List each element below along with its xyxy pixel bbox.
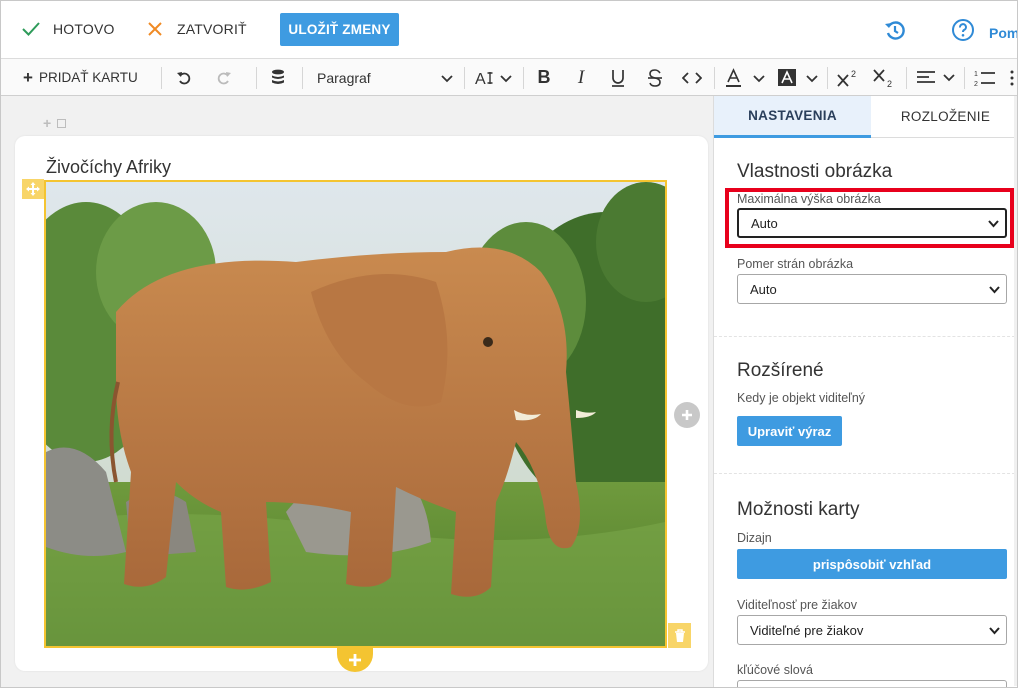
highlight-color-button[interactable] — [776, 59, 822, 96]
svg-text:2: 2 — [887, 79, 892, 88]
italic-icon[interactable]: I — [570, 59, 592, 96]
text-color-button[interactable] — [723, 59, 769, 96]
chevron-down-icon — [441, 70, 453, 86]
design-label: Dizajn — [737, 531, 772, 545]
chevron-down-icon — [989, 623, 1000, 638]
chevron-down-icon — [988, 216, 999, 231]
max-height-label: Maximálna výška obrázka — [737, 192, 881, 206]
add-card-label: PRIDAŤ KARTU — [38, 70, 138, 85]
close-icon — [145, 19, 165, 39]
editor-canvas: + Živočíchy Afriky — [1, 96, 713, 687]
top-action-bar: HOTOVO ZATVORIŤ ULOŽIŤ ZMENY Pom — [1, 1, 1018, 58]
redo-icon[interactable] — [213, 59, 235, 96]
add-card-button[interactable]: + PRIDAŤ KARTU — [23, 59, 138, 96]
tab-settings[interactable]: NASTAVENIA — [714, 96, 871, 138]
close-button[interactable]: ZATVORIŤ — [145, 19, 247, 39]
done-button[interactable]: HOTOVO — [21, 19, 115, 39]
visibility-condition-label: Kedy je objekt viditeľný — [737, 391, 866, 405]
svg-text:1: 1 — [974, 71, 978, 78]
tab-layout[interactable]: ROZLOŽENIE — [871, 96, 1017, 138]
subscript-icon[interactable]: 2 — [871, 59, 897, 96]
student-visibility-label: Viditeľnosť pre žiakov — [737, 598, 857, 612]
panel-scrollbar[interactable] — [1014, 96, 1017, 686]
toolbar-divider — [964, 67, 965, 89]
move-icon[interactable] — [22, 179, 44, 199]
underline-icon[interactable] — [607, 59, 629, 96]
aspect-ratio-label: Pomer strán obrázka — [737, 257, 854, 271]
section-divider — [714, 473, 1017, 474]
edit-expression-button[interactable]: Upraviť výraz — [737, 416, 842, 446]
card-title[interactable]: Živočíchy Afriky — [46, 157, 171, 178]
toolbar-divider — [523, 67, 524, 89]
toolbar-divider — [827, 67, 828, 89]
svg-text:2: 2 — [851, 69, 856, 79]
paragraph-style-select[interactable]: Paragraf — [317, 59, 453, 96]
image-properties-title: Vlastnosti obrázka — [737, 161, 893, 182]
trash-icon[interactable] — [668, 623, 691, 648]
ordered-list-icon[interactable]: 12 — [973, 59, 997, 96]
close-label: ZATVORIŤ — [177, 21, 247, 37]
database-icon[interactable] — [267, 59, 289, 96]
elephant-image[interactable] — [44, 180, 667, 648]
advanced-title: Rozšírené — [737, 360, 824, 381]
strikethrough-icon[interactable] — [644, 59, 666, 96]
plus-icon[interactable]: + — [43, 115, 51, 131]
code-icon[interactable] — [681, 59, 703, 96]
toolbar-divider — [256, 67, 257, 89]
align-button[interactable] — [915, 59, 959, 96]
max-height-value: Auto — [751, 215, 778, 231]
aspect-ratio-value: Auto — [750, 281, 777, 297]
settings-panel: NASTAVENIA ROZLOŽENIE Vlastnosti obrázka… — [713, 96, 1017, 687]
toolbar-divider — [906, 67, 907, 89]
section-divider — [714, 336, 1017, 337]
customize-appearance-button[interactable]: prispôsobiť vzhľad — [737, 549, 1007, 579]
help-label: Pom — [989, 24, 1018, 41]
bold-icon[interactable]: B — [533, 59, 555, 96]
student-visibility-select[interactable]: Viditeľné pre žiakov — [737, 615, 1007, 645]
format-toolbar: + PRIDAŤ KARTU Paragraf A B I 2 2 1 2 — [1, 58, 1017, 96]
add-column-icon[interactable] — [674, 402, 700, 428]
plus-icon: + — [23, 67, 33, 87]
toolbar-divider — [714, 67, 715, 89]
max-height-select[interactable]: Auto — [737, 208, 1007, 238]
keywords-input[interactable] — [737, 680, 1007, 687]
add-row-icon[interactable] — [337, 648, 373, 672]
svg-text:A: A — [475, 71, 486, 87]
undo-icon[interactable] — [173, 59, 195, 96]
student-visibility-value: Viditeľné pre žiakov — [750, 622, 864, 638]
content-card: Živočíchy Afriky — [15, 136, 708, 672]
font-size-button[interactable]: A — [473, 59, 517, 96]
chevron-down-icon — [989, 282, 1000, 297]
done-label: HOTOVO — [53, 21, 115, 37]
toolbar-divider — [464, 67, 465, 89]
toolbar-divider — [161, 67, 162, 89]
help-button[interactable]: Pom — [951, 18, 1018, 47]
check-icon — [21, 19, 41, 39]
help-icon — [951, 18, 975, 47]
more-options-icon[interactable] — [1007, 59, 1017, 96]
keywords-label: kľúčové slová — [737, 663, 813, 677]
toolbar-divider — [302, 67, 303, 89]
panel-tabs: NASTAVENIA ROZLOŽENIE — [714, 96, 1017, 138]
superscript-icon[interactable]: 2 — [835, 59, 861, 96]
save-changes-button[interactable]: ULOŽIŤ ZMENY — [280, 13, 399, 46]
svg-text:2: 2 — [974, 81, 978, 87]
paragraph-style-value: Paragraf — [317, 69, 371, 86]
card-options-title: Možnosti karty — [737, 499, 860, 520]
aspect-ratio-select[interactable]: Auto — [737, 274, 1007, 304]
editor-window: HOTOVO ZATVORIŤ ULOŽIŤ ZMENY Pom + PRIDA… — [0, 0, 1018, 688]
square-icon[interactable] — [57, 118, 67, 128]
card-mini-tools: + — [43, 115, 67, 131]
history-icon[interactable] — [883, 18, 907, 42]
